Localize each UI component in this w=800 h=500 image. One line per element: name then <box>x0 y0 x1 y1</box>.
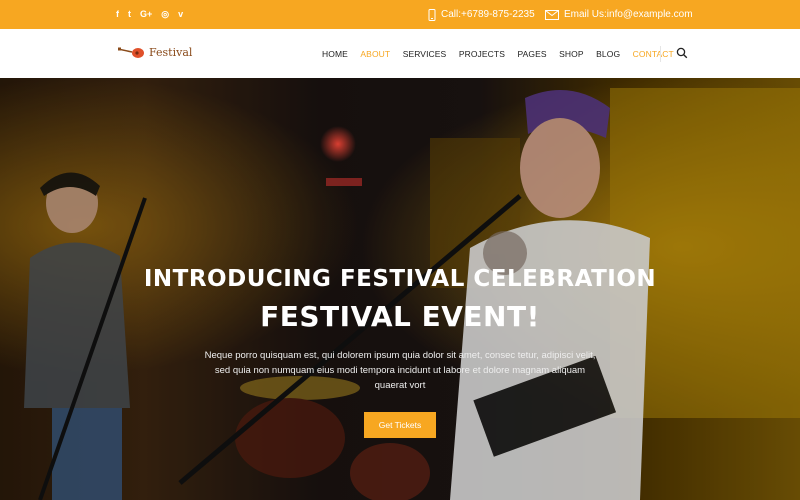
vimeo-icon[interactable]: v <box>178 8 183 20</box>
main-navbar: Festival HOME ABOUT SERVICES PROJECTS PA… <box>0 29 800 78</box>
nav-shop[interactable]: SHOP <box>559 49 584 59</box>
hero-title: INTRODUCING FESTIVAL CELEBRATION <box>143 266 657 292</box>
facebook-icon[interactable]: f <box>116 8 119 20</box>
nav-blog[interactable]: BLOG <box>596 49 620 59</box>
nav-about[interactable]: ABOUT <box>360 49 390 59</box>
nav-pages[interactable]: PAGES <box>517 49 546 59</box>
nav-divider <box>660 46 661 62</box>
email-contact: Email Us:info@example.com <box>545 0 693 29</box>
hero-description: Neque porro quisquam est, qui dolorem ip… <box>204 350 596 391</box>
phone-contact: Call:+6789-875-2235 <box>428 0 535 29</box>
hero-subtitle: FESTIVAL EVENT! <box>260 300 540 333</box>
nav-services[interactable]: SERVICES <box>403 49 447 59</box>
get-tickets-button[interactable]: Get Tickets <box>364 412 436 438</box>
main-menu: HOME ABOUT SERVICES PROJECTS PAGES SHOP … <box>322 29 686 78</box>
google-plus-icon[interactable]: G+ <box>140 8 152 20</box>
nav-home[interactable]: HOME <box>322 49 348 59</box>
social-links: f t G+ ◎ v <box>116 8 183 20</box>
top-bar: f t G+ ◎ v Call:+6789-875-2235 Email Us:… <box>0 0 800 29</box>
site-logo[interactable]: Festival <box>118 45 192 59</box>
twitter-icon[interactable]: t <box>128 8 131 20</box>
phone-text[interactable]: Call:+6789-875-2235 <box>441 9 535 20</box>
dribbble-icon[interactable]: ◎ <box>161 8 169 20</box>
phone-icon <box>428 8 436 21</box>
nav-projects[interactable]: PROJECTS <box>459 49 505 59</box>
guitar-logo-icon <box>118 47 144 58</box>
search-icon[interactable] <box>676 47 688 59</box>
email-text[interactable]: Email Us:info@example.com <box>564 9 693 20</box>
envelope-icon <box>545 9 559 20</box>
logo-text: Festival <box>149 45 193 59</box>
nav-contact[interactable]: CONTACT <box>633 49 674 59</box>
hero-banner: INTRODUCING FESTIVAL CELEBRATION FESTIVA… <box>0 78 800 500</box>
